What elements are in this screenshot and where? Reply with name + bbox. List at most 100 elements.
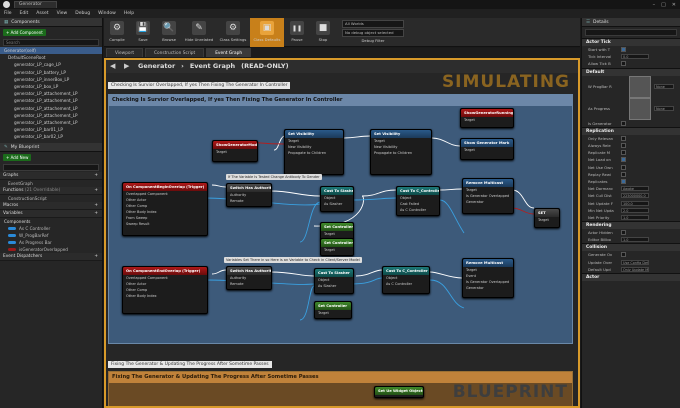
add-component-button[interactable]: + Add Component <box>3 29 46 36</box>
menu-asset[interactable]: Asset <box>36 11 48 16</box>
class-defaults-button[interactable]: ▣ Class Defaults <box>250 18 284 47</box>
node-set[interactable]: SET Target <box>534 208 560 228</box>
property-checkbox[interactable] <box>621 61 626 67</box>
property-value-field[interactable]: Only Update Movable <box>621 266 649 272</box>
add-macro-icon[interactable]: + <box>94 202 98 209</box>
component-item[interactable]: generator_LP_attachement_LP <box>0 90 102 97</box>
note-variable-tested[interactable]: If The Variable Is Tested Change Antibod… <box>226 174 322 180</box>
menu-window[interactable]: Window <box>98 11 116 16</box>
property-value-field[interactable]: Use Config Default <box>621 259 649 265</box>
property-checkbox[interactable] <box>621 47 626 53</box>
component-item[interactable]: generator_LP_box_LP <box>0 83 102 90</box>
node-cast-to-slasher[interactable]: Cast To Slasher Object As Slasher <box>320 186 354 212</box>
node-on-end-overlap[interactable]: On ComponentEndOverlap (Trigger) Overlap… <box>122 266 208 314</box>
progress-thumbnail[interactable] <box>629 97 651 120</box>
variable-item[interactable]: isGeneratorOverlapped <box>0 246 102 253</box>
w-progbar-select[interactable]: None <box>654 84 674 90</box>
breadcrumb-root[interactable]: Generator <box>138 62 175 70</box>
property-checkbox[interactable] <box>621 178 626 184</box>
compile-button[interactable]: ⚙ Compile <box>104 18 130 47</box>
construction-script-item[interactable]: ConstructionScript <box>0 195 102 202</box>
section-actor[interactable]: Actor <box>582 272 680 281</box>
property-checkbox[interactable] <box>621 164 626 170</box>
blueprint-search-input[interactable] <box>3 164 99 172</box>
comment-bubble[interactable]: Checking Is Survior Overlapped, If yes T… <box>108 82 291 89</box>
node-show-generator-running[interactable]: ShowGeneratorRunning Target <box>460 108 514 128</box>
components-search-input[interactable]: Search <box>3 39 99 46</box>
add-new-button[interactable]: + Add New <box>3 154 32 162</box>
breadcrumb-graph[interactable]: Event Graph <box>190 62 235 70</box>
component-item[interactable]: DefaultSceneRoot <box>0 54 102 61</box>
variable-item[interactable]: As C Controller <box>0 225 102 232</box>
note-client-server[interactable]: Variables Set There in so Here is an Var… <box>224 257 362 263</box>
class-settings-button[interactable]: ⚙ Class Settings <box>216 18 250 47</box>
macros-section[interactable]: Macros + <box>0 202 102 211</box>
component-item[interactable]: generator_LP_attachement_LP <box>0 97 102 104</box>
node-switch-authority-2[interactable]: Switch Has Authority Authority Remote <box>226 266 272 290</box>
property-checkbox[interactable] <box>621 143 626 149</box>
node-cast-to-slasher-2[interactable]: Cast To Slasher Object As Slasher <box>314 268 354 294</box>
add-dispatcher-icon[interactable]: + <box>94 253 98 260</box>
node-show-generator-model[interactable]: ShowGeneratorMod Target <box>212 140 258 162</box>
component-item[interactable]: generator_LP_attachement_LP <box>0 112 102 119</box>
menu-help[interactable]: Help <box>124 11 134 16</box>
stop-button[interactable]: ■ Stop <box>310 18 336 47</box>
add-variable-icon[interactable]: + <box>94 210 98 217</box>
save-button[interactable]: 💾 Save <box>130 18 156 47</box>
tab-event-graph[interactable]: Event Graph <box>206 48 252 57</box>
node-set-ue-widget[interactable]: Set Ue Widget Object <box>374 386 424 398</box>
section-actor-tick[interactable]: Actor Tick <box>582 38 680 46</box>
event-graph-item[interactable]: EventGraph <box>0 180 102 187</box>
variables-section[interactable]: Variables + <box>0 210 102 219</box>
debug-object-select[interactable]: No debug object selected <box>342 29 404 37</box>
node-switch-authority-1[interactable]: Switch Has Authority Authority Remote <box>226 183 272 207</box>
section-collision[interactable]: Collision <box>582 243 680 252</box>
property-checkbox[interactable] <box>621 171 626 177</box>
minimize-icon[interactable]: – <box>653 2 656 8</box>
close-icon[interactable]: ✕ <box>672 2 676 8</box>
node-set-controller-3[interactable]: Set Controller Target <box>314 301 352 319</box>
add-function-icon[interactable]: + <box>94 187 98 194</box>
maximize-icon[interactable]: □ <box>661 2 666 8</box>
node-set-visibility-1[interactable]: Set Visibility Target New Visibility Pro… <box>284 129 344 175</box>
add-graph-icon[interactable]: + <box>94 172 98 179</box>
node-cast-to-controller-1[interactable]: Cast To C_Controller Object Cast Failed … <box>396 186 440 216</box>
functions-section[interactable]: Functions (21 Overridable) + <box>0 187 102 196</box>
variable-item[interactable]: W_ProgBarRef <box>0 232 102 239</box>
back-arrow-icon[interactable]: ◀ <box>110 62 118 70</box>
node-remove-multicast-2[interactable]: Remove Multicast Target Event Is Generat… <box>462 258 514 298</box>
tab-viewport[interactable]: Viewport <box>106 48 144 57</box>
component-item[interactable]: generator_LP_battery_LP <box>0 69 102 76</box>
property-checkbox[interactable] <box>621 252 626 258</box>
variable-item[interactable]: As Progress Bar <box>0 239 102 246</box>
graphs-section[interactable]: Graphs + <box>0 172 102 181</box>
window-tab[interactable]: Generator <box>14 1 57 8</box>
details-search-input[interactable] <box>585 29 677 36</box>
property-value-field[interactable]: 0.0 <box>621 54 649 60</box>
property-value-field[interactable]: 2.0 <box>621 207 649 213</box>
component-item[interactable]: generator_LP_attachement_LP <box>0 119 102 126</box>
property-checkbox[interactable] <box>621 135 626 141</box>
property-value-field[interactable]: 225000000.0 <box>621 193 649 199</box>
property-value-field[interactable]: Awake <box>621 186 649 192</box>
pause-button[interactable]: ❚❚ Pause <box>284 18 310 47</box>
node-cast-to-controller-2[interactable]: Cast To C_Controller Object As C Control… <box>382 266 430 294</box>
node-remove-multicast-1[interactable]: Remove Multicast Target Is Generator Ove… <box>462 178 514 214</box>
event-graph-canvas[interactable]: ◀ ▶ Generator › Event Graph (READ-ONLY) … <box>104 58 580 408</box>
components-subsection[interactable]: Components <box>0 218 102 225</box>
menu-view[interactable]: View <box>57 11 68 16</box>
widget-thumbnail[interactable] <box>629 75 651 98</box>
node-on-begin-overlap[interactable]: On ComponentBeginOverlap (Trigger) Overl… <box>122 182 208 236</box>
forward-arrow-icon[interactable]: ▶ <box>124 62 132 70</box>
property-checkbox[interactable] <box>621 150 626 156</box>
property-value-field[interactable]: 1.0 <box>621 214 649 220</box>
property-value-field[interactable]: 100.0 <box>621 200 649 206</box>
section-replication[interactable]: Replication <box>582 126 680 135</box>
component-item[interactable]: generator_LP_attachement_LP <box>0 105 102 112</box>
component-item[interactable]: generator_LP_cage_LP <box>0 61 102 68</box>
section-rendering[interactable]: Rendering <box>582 221 680 229</box>
node-set-controller-2[interactable]: Set Controller Target <box>320 238 354 256</box>
menu-debug[interactable]: Debug <box>75 11 90 16</box>
component-item[interactable]: generator_LP_bar02_LP <box>0 133 102 140</box>
event-dispatchers-section[interactable]: Event Dispatchers + <box>0 253 102 262</box>
